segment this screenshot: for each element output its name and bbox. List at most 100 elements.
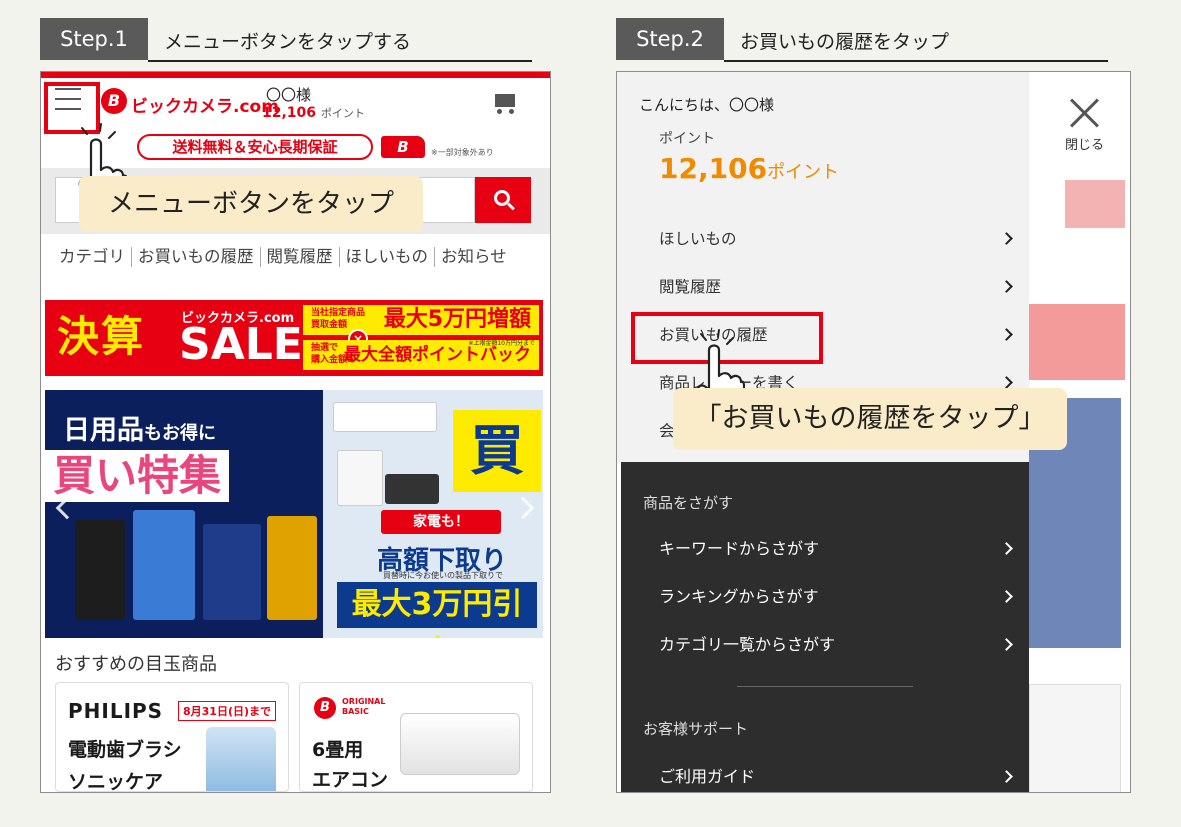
menu-item-label: ランキングからさがす [659, 587, 819, 606]
sale-banner [1029, 304, 1125, 380]
step2-underline [724, 60, 1108, 62]
card-brand: PHILIPS [68, 699, 164, 723]
search-button[interactable] [1065, 180, 1125, 228]
menu-item-ranking-search[interactable]: ランキングからさがす [659, 582, 1019, 612]
appliance-image [385, 474, 439, 504]
product-image [267, 516, 317, 620]
chevron-right-icon [1000, 590, 1013, 603]
original-basic-logo: B [314, 697, 336, 719]
menu-item-category-search[interactable]: カテゴリ一覧からさがす [659, 630, 1019, 660]
step2-title: お買いもの履歴をタップ [740, 31, 950, 53]
menu-item-label: ほしいもの [659, 230, 737, 248]
sale-word: SALE [179, 319, 303, 370]
nav-category[interactable]: カテゴリ [41, 247, 132, 267]
promo-kaden: 家電も！ [381, 510, 501, 534]
card-line2: ソニッケア [68, 771, 164, 792]
chevron-right-icon [1000, 770, 1013, 783]
sale-kessan: 決算 [57, 312, 146, 361]
card-deadline-badge: 8月31日(日)まで [178, 701, 277, 721]
product-image [203, 524, 261, 620]
promo-carousel[interactable]: 日用品もお得に 買い特集 買 家電も！ 高額下取り 買替時に今お使いの製品下取り… [45, 390, 543, 638]
close-icon[interactable] [1067, 96, 1101, 130]
promo-daily-goods: 日用品もお得に 買い特集 [45, 390, 323, 638]
product-card[interactable]: PHILIPS 8月31日(日)まで 電動歯ブラシ ソニッケア [55, 682, 289, 792]
menu-item-label: カテゴリ一覧からさがす [659, 635, 836, 654]
appliance-image [333, 402, 437, 432]
sale-offer-2: 抽選で 購入金額の 最大全額ポイントバック ※上限金額10万円分まで [303, 340, 539, 370]
search-button[interactable] [475, 177, 531, 223]
menu-item-label: キーワードからさがす [659, 539, 820, 558]
product-image [133, 510, 195, 620]
sale-offer-1-big: 最大5万円増額 [383, 307, 531, 332]
menu-item-keyword-search[interactable]: キーワードからさがす [659, 534, 1019, 564]
sale-offer-1-small: 当社指定商品 買取金額 [311, 308, 366, 330]
points-value: 12,106 [659, 152, 768, 185]
menu-item-browsing-history[interactable]: 閲覧履歴 [659, 272, 1019, 302]
sale-offer-1: 当社指定商品 買取金額 最大5万円増額 [303, 305, 539, 335]
free-shipping-note: ※一部対象外あり [431, 148, 494, 157]
points-label: ポイント [659, 131, 715, 147]
sale-banner[interactable]: 決算 ビックカメラ.com SALE 当社指定商品 買取金額 最大5万円増額 ×… [45, 300, 543, 376]
step2-phone-screen: 閉じる こんにちは、〇〇様 ポイント 12,106ポイント ほしいもの 閲覧履歴… [616, 71, 1131, 793]
close-label[interactable]: 閉じる [1065, 134, 1104, 153]
chevron-right-icon [1000, 280, 1013, 293]
greeting: こんにちは、〇〇様 [639, 96, 775, 114]
card-line1: 6畳用 [312, 739, 364, 761]
chevron-right-icon [1000, 542, 1013, 555]
aircon-image [400, 713, 520, 775]
chevron-right-icon [1000, 376, 1013, 389]
chevron-right-icon [1000, 232, 1013, 245]
step1-phone-screen: B ビックカメラ.com 〇〇様 12,106 ポイント 送料無料＆安心長期保証… [40, 71, 551, 793]
step1-tooltip: メニューボタンをタップ [79, 176, 423, 232]
card-brand: ORIGINAL BASIC [342, 697, 386, 716]
step1-badge: Step.1 [40, 18, 148, 60]
card-line2: エアコン [312, 769, 389, 791]
nav-news[interactable]: お知らせ [435, 247, 513, 267]
step2-header: Step.2 お買いもの履歴をタップ [616, 18, 1108, 62]
step2-badge: Step.2 [616, 18, 724, 60]
step1-header: Step.1 メニューボタンをタップする [40, 18, 532, 62]
truck-icon: B [381, 136, 425, 158]
logo-mark[interactable]: B [101, 88, 127, 114]
points-display: 12,106ポイント [659, 152, 839, 185]
chevron-right-icon [1000, 638, 1013, 651]
promo-left-line1: 日用品もお得に [63, 415, 216, 446]
section-divider [737, 686, 913, 687]
product-image [75, 520, 125, 620]
recommend-title: おすすめの目玉商品 [55, 654, 217, 675]
product-card[interactable]: B ORIGINAL BASIC 6畳用 エアコン [299, 682, 533, 792]
user-name: 〇〇様 [266, 86, 312, 104]
points-unit: ポイント [767, 162, 840, 183]
step1-title: メニューボタンをタップする [164, 31, 412, 53]
toothbrush-image [206, 727, 276, 791]
step2-tooltip: 「お買いもの履歴をタップ」 [673, 388, 1067, 450]
cart-icon[interactable] [491, 92, 517, 114]
card-line1: 電動歯ブラシ [68, 739, 182, 761]
menu-item-label: 閲覧履歴 [659, 278, 722, 296]
top-accent-bar [41, 72, 550, 78]
support-heading: お客様サポート [643, 720, 749, 738]
free-shipping-banner[interactable]: 送料無料＆安心長期保証 [137, 134, 373, 160]
category-nav: カテゴリ お買いもの履歴 閲覧履歴 ほしいもの お知らせ [41, 242, 550, 272]
step1-underline [148, 60, 532, 62]
nav-wishlist[interactable]: ほしいもの [340, 247, 435, 267]
nav-browsing-history[interactable]: 閲覧履歴 [261, 247, 340, 267]
promo-trade-in: 買 家電も！ 高額下取り 買替時に今お使いの製品下取りで 最大3万円引き [323, 390, 543, 638]
site-logo[interactable]: ビックカメラ.com [131, 92, 279, 117]
points-value: 12,106 [262, 105, 317, 121]
sale-offer-2-note: ※上限金額10万円分まで [468, 340, 535, 347]
menu-item-user-guide[interactable]: ご利用ガイド [659, 762, 1019, 792]
promo-kai: 買 [453, 410, 541, 492]
card [1029, 684, 1121, 792]
menu-item-label: ご利用ガイド [659, 767, 756, 786]
menu-item-wishlist[interactable]: ほしいもの [659, 224, 1019, 254]
promo-discount: 最大3万円引き [337, 582, 537, 638]
points-unit: ポイント [320, 107, 365, 120]
appliance-image [337, 450, 383, 506]
search-heading: 商品をさがす [643, 494, 734, 512]
nav-purchase-history[interactable]: お買いもの履歴 [132, 247, 261, 267]
promo-trade-in-sub: 買替時に今お使いの製品下取りで [383, 571, 503, 580]
user-points: 12,106 ポイント [262, 105, 365, 121]
chevron-right-icon [1000, 328, 1013, 341]
promo-left-line2: 買い特集 [45, 450, 230, 502]
